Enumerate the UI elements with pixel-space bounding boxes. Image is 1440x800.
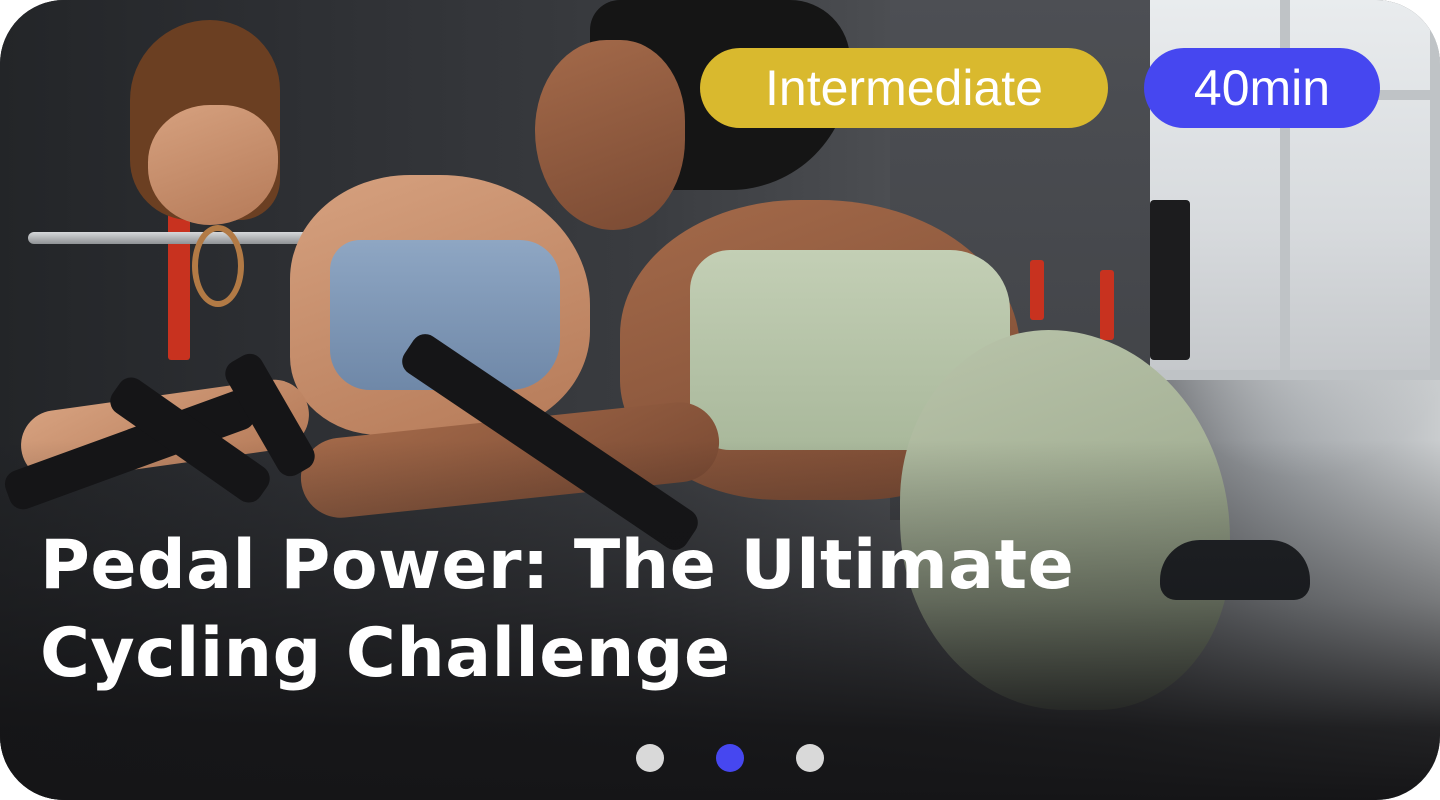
carousel-dot-2-active[interactable]	[716, 744, 744, 772]
duration-badge: 40min	[1144, 48, 1380, 128]
carousel-pagination	[636, 744, 824, 772]
carousel-dot-3[interactable]	[796, 744, 824, 772]
photo-equipment	[1150, 200, 1190, 360]
workout-card[interactable]: Intermediate 40min Pedal Power: The Ulti…	[0, 0, 1440, 800]
carousel-dot-1[interactable]	[636, 744, 664, 772]
difficulty-badge: Intermediate	[700, 48, 1108, 128]
photo-barbell	[28, 232, 328, 244]
photo-gym-ring	[192, 225, 244, 307]
workout-title[interactable]: Pedal Power: The Ultimate Cycling Challe…	[40, 522, 1200, 698]
